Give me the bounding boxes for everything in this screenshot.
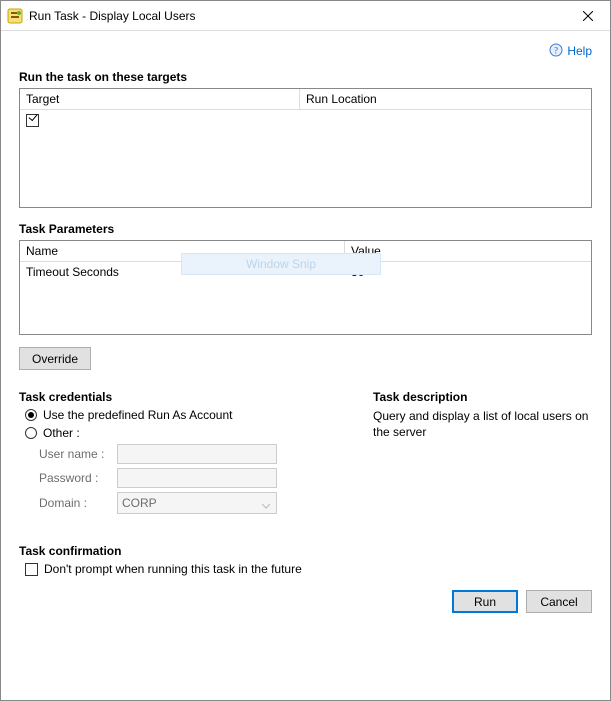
parameters-col-value[interactable]: Value [345, 241, 591, 261]
window-title: Run Task - Display Local Users [29, 9, 565, 23]
targets-col-target[interactable]: Target [20, 89, 300, 109]
confirmation-heading: Task confirmation [19, 544, 592, 558]
help-icon: ? [549, 43, 563, 60]
radio-predefined-label: Use the predefined Run As Account [43, 408, 232, 422]
radio-icon [25, 427, 37, 439]
dialog-footer: Run Cancel [19, 590, 592, 613]
parameters-header: Name Value [20, 241, 591, 262]
app-icon [7, 8, 23, 24]
password-field [117, 468, 277, 488]
domain-label: Domain : [39, 496, 117, 510]
radio-other-label: Other : [43, 426, 80, 440]
domain-value: CORP [122, 496, 157, 510]
parameters-col-name[interactable]: Name [20, 241, 345, 261]
password-label: Password : [39, 471, 117, 485]
help-label: Help [567, 44, 592, 58]
close-icon [583, 11, 593, 21]
target-row-checkbox[interactable] [26, 114, 39, 127]
run-task-dialog: Run Task - Display Local Users ? Help Ru… [0, 0, 611, 701]
parameters-heading: Task Parameters [19, 222, 592, 236]
run-button[interactable]: Run [452, 590, 518, 613]
parameters-list[interactable]: Name Value Timeout Seconds 30 [19, 240, 592, 335]
param-name-cell: Timeout Seconds [20, 264, 345, 280]
username-field [117, 444, 277, 464]
help-row: ? Help [19, 43, 592, 60]
dont-prompt-label: Don't prompt when running this task in t… [44, 562, 302, 576]
table-row[interactable]: Timeout Seconds 30 [20, 262, 591, 282]
radio-predefined-runas[interactable]: Use the predefined Run As Account [25, 408, 359, 422]
description-heading: Task description [373, 390, 592, 404]
svg-text:?: ? [554, 46, 558, 56]
domain-select: CORP [117, 492, 277, 514]
targets-header: Target Run Location [20, 89, 591, 110]
dont-prompt-checkbox[interactable] [25, 563, 38, 576]
targets-heading: Run the task on these targets [19, 70, 592, 84]
username-label: User name : [39, 447, 117, 461]
targets-list[interactable]: Target Run Location [19, 88, 592, 208]
credentials-heading: Task credentials [19, 390, 359, 404]
description-text: Query and display a list of local users … [373, 408, 592, 440]
titlebar: Run Task - Display Local Users [1, 1, 610, 31]
override-button[interactable]: Override [19, 347, 91, 370]
targets-col-runlocation[interactable]: Run Location [300, 89, 591, 109]
radio-icon [25, 409, 37, 421]
table-row[interactable] [20, 110, 591, 130]
help-link[interactable]: ? Help [549, 44, 592, 58]
param-value-cell: 30 [345, 264, 591, 280]
chevron-down-icon [262, 499, 270, 513]
dialog-content: ? Help Run the task on these targets Tar… [1, 31, 610, 700]
cancel-button[interactable]: Cancel [526, 590, 592, 613]
close-button[interactable] [565, 1, 610, 30]
radio-other[interactable]: Other : [25, 426, 359, 440]
